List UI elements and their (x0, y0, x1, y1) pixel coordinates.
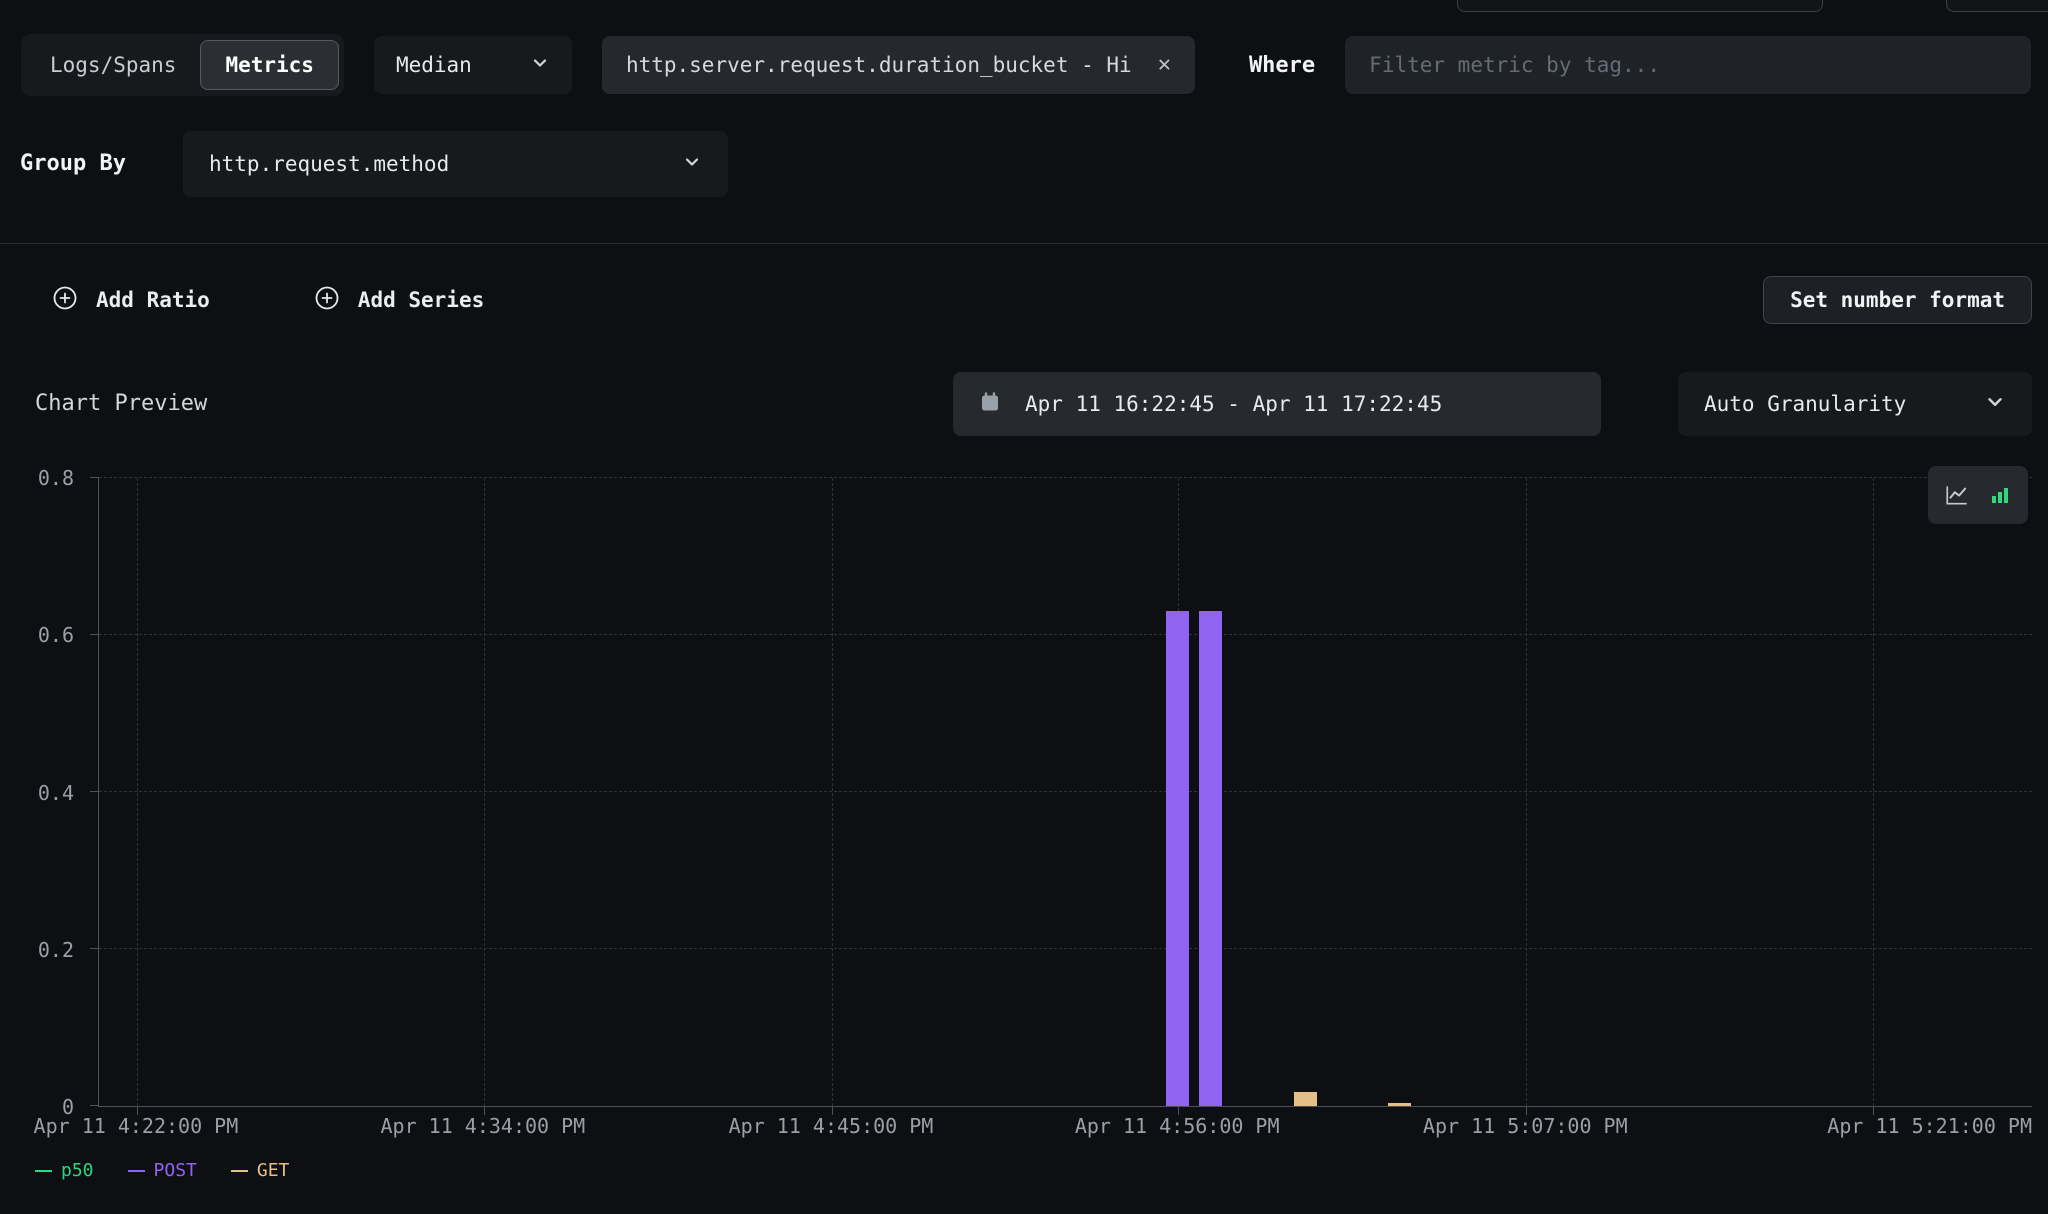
v-gridline (1526, 478, 1527, 1106)
x-tick-label: Apr 11 5:21:00 PM (1827, 1114, 2032, 1138)
metrics-tab[interactable]: Metrics (200, 40, 339, 90)
chevron-down-icon (530, 53, 550, 78)
v-gridline (484, 478, 485, 1106)
x-tick-label: Apr 11 4:45:00 PM (729, 1114, 934, 1138)
h-gridline (99, 634, 2032, 635)
aggregation-value: Median (396, 53, 472, 77)
bar-POST[interactable] (1199, 611, 1222, 1106)
metrics-query-builder: Logs/Spans Metrics Median http.server.re… (0, 0, 2048, 1214)
y-tick (90, 948, 99, 949)
calendar-icon (979, 391, 1001, 418)
source-toggle: Logs/Spans Metrics (21, 34, 344, 96)
line-chart-icon[interactable] (1944, 482, 1970, 508)
legend-item-p50[interactable]: p50 (35, 1160, 94, 1181)
tag-filter-input[interactable] (1345, 36, 2031, 94)
x-tick-label: Apr 11 4:22:00 PM (34, 1114, 239, 1138)
x-axis: Apr 11 4:22:00 PMApr 11 4:34:00 PMApr 11… (98, 1114, 2032, 1142)
y-tick (90, 634, 99, 635)
where-label: Where (1249, 53, 1315, 78)
metric-pill[interactable]: http.server.request.duration_bucket - Hi… (602, 36, 1195, 94)
legend-label: GET (257, 1160, 290, 1181)
remove-metric-icon[interactable]: ✕ (1158, 54, 1171, 76)
x-tick-label: Apr 11 5:07:00 PM (1423, 1114, 1628, 1138)
legend-swatch (128, 1170, 145, 1172)
cropped-top-input[interactable] (1457, 0, 1823, 12)
y-tick (90, 791, 99, 792)
actions-row: Add Ratio Add Series Set number format (52, 276, 2032, 324)
time-range-picker[interactable]: Apr 11 16:22:45 - Apr 11 17:22:45 (953, 372, 1601, 436)
y-tick-label: 0.6 (38, 623, 74, 647)
y-tick-label: 0.4 (38, 781, 74, 805)
legend-item-POST[interactable]: POST (128, 1160, 197, 1181)
y-tick (90, 1105, 99, 1106)
bar-GET[interactable] (1388, 1103, 1411, 1106)
aggregation-dropdown[interactable]: Median (374, 36, 572, 94)
legend-item-GET[interactable]: GET (231, 1160, 290, 1181)
bar-GET[interactable] (1294, 1092, 1317, 1106)
cropped-top-control[interactable] (1946, 0, 2048, 12)
query-toolbar: Logs/Spans Metrics Median http.server.re… (21, 34, 2031, 96)
legend-swatch (231, 1170, 248, 1172)
section-divider (0, 243, 2048, 244)
legend-label: POST (154, 1160, 197, 1181)
add-ratio-label: Add Ratio (96, 288, 210, 312)
chart-legend: p50 POST GET (35, 1160, 289, 1181)
add-series-button[interactable]: Add Series (314, 285, 484, 316)
legend-label: p50 (61, 1160, 94, 1181)
add-ratio-button[interactable]: Add Ratio (52, 285, 210, 316)
chart-preview-title: Chart Preview (35, 372, 207, 436)
y-axis: 00.20.40.60.8 (0, 478, 80, 1107)
v-gridline (832, 478, 833, 1106)
add-series-label: Add Series (358, 288, 484, 312)
v-gridline (137, 478, 138, 1106)
bar-chart-icon[interactable] (1988, 483, 2012, 507)
chart-plot-area (98, 478, 2032, 1107)
x-tick-label: Apr 11 4:56:00 PM (1075, 1114, 1280, 1138)
v-gridline (1873, 478, 1874, 1106)
set-number-format-button[interactable]: Set number format (1763, 276, 2032, 324)
group-by-value: http.request.method (209, 152, 449, 176)
h-gridline (99, 948, 2032, 949)
bar-POST[interactable] (1166, 611, 1189, 1106)
granularity-value: Auto Granularity (1704, 392, 1906, 416)
logs-spans-tab[interactable]: Logs/Spans (26, 40, 200, 90)
h-gridline (99, 477, 2032, 478)
chart-type-toggle (1928, 466, 2028, 524)
y-tick-label: 0.2 (38, 938, 74, 962)
group-by-label: Group By (20, 131, 126, 197)
x-tick-label: Apr 11 4:34:00 PM (381, 1114, 586, 1138)
time-range-value: Apr 11 16:22:45 - Apr 11 17:22:45 (1025, 392, 1442, 416)
y-tick-label: 0.8 (38, 466, 74, 490)
plus-circle-icon (314, 285, 340, 316)
plus-circle-icon (52, 285, 78, 316)
legend-swatch (35, 1170, 52, 1172)
chevron-down-icon (682, 152, 702, 177)
granularity-dropdown[interactable]: Auto Granularity (1678, 372, 2032, 436)
h-gridline (99, 791, 2032, 792)
y-tick (90, 477, 99, 478)
group-by-dropdown[interactable]: http.request.method (183, 131, 728, 197)
metric-pill-label: http.server.request.duration_bucket - Hi (626, 53, 1132, 77)
chevron-down-icon (1984, 391, 2006, 418)
